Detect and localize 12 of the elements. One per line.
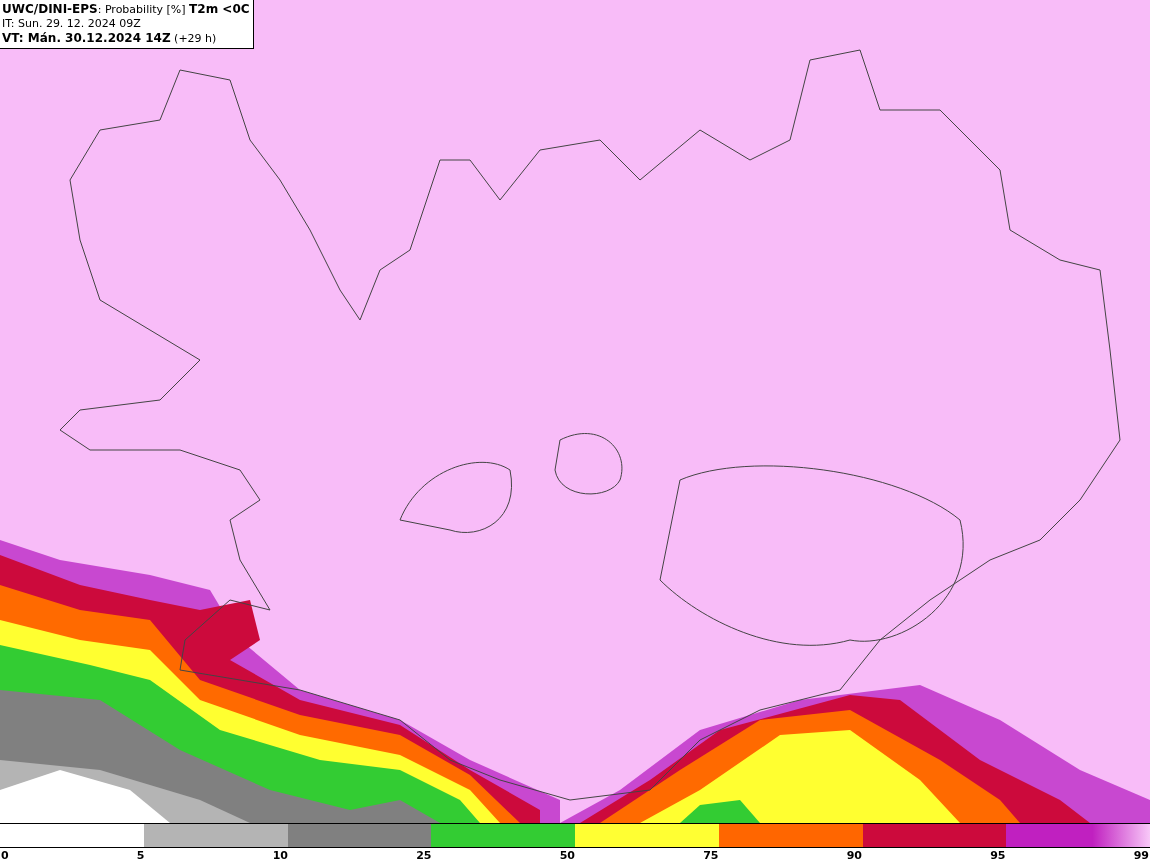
legend-label: 90 — [846, 849, 862, 862]
legend-label: 5 — [136, 849, 145, 862]
legend-label: 10 — [272, 849, 288, 862]
issue-time: IT: Sun. 29. 12. 2024 09Z — [2, 17, 142, 31]
legend-label: 99 — [1133, 849, 1149, 862]
legend-label: 0 — [1, 849, 9, 862]
legend-label: 95 — [990, 849, 1006, 862]
legend-label: 25 — [416, 849, 432, 862]
valid-time: VT: Mán. 30.12.2024 14Z (+29 h) — [2, 31, 218, 46]
legend-label: 75 — [703, 849, 719, 862]
legend-label: 50 — [559, 849, 575, 862]
map-title: UWC/DINI-EPS: Probability [%] T2m <0C — [2, 2, 250, 17]
